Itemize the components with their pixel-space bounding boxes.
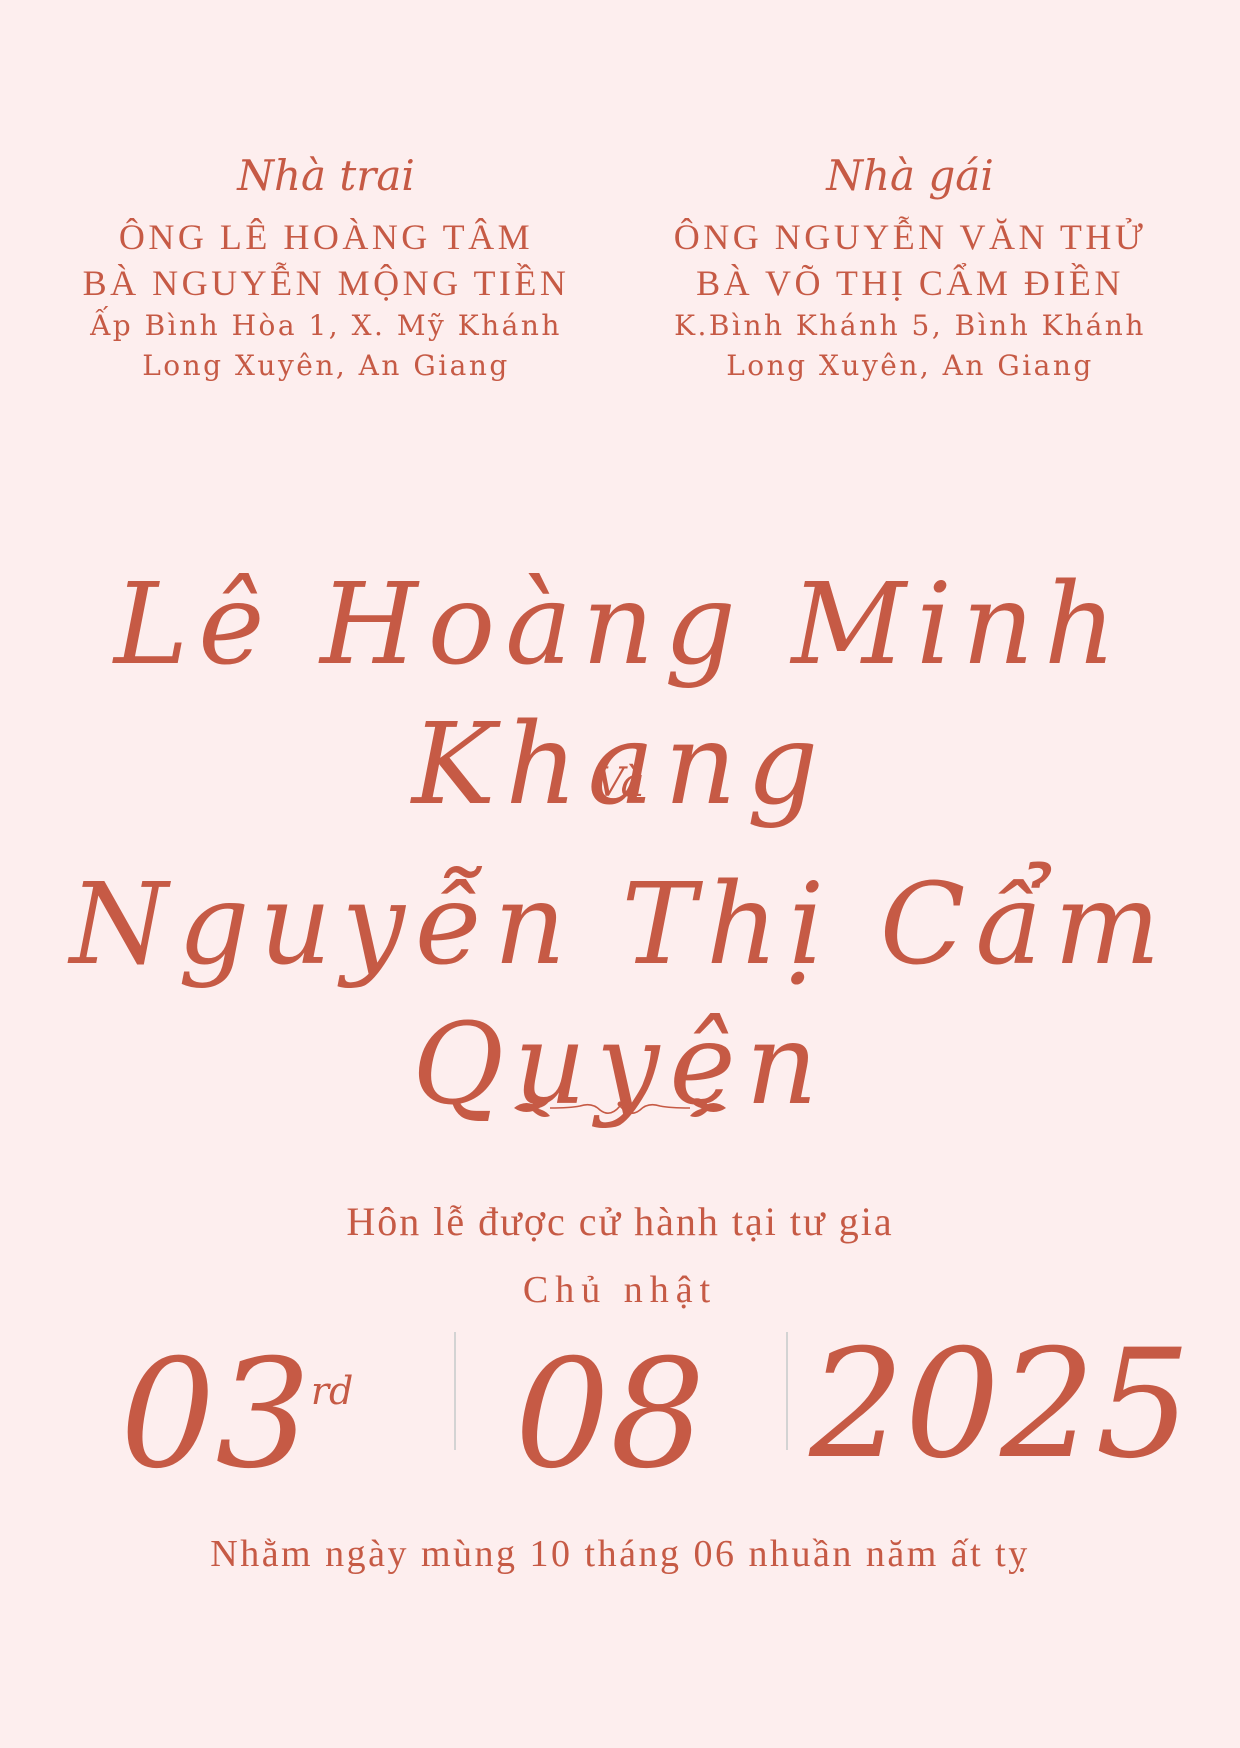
date-divider-left [454, 1332, 456, 1450]
floral-ornament-icon [514, 1098, 726, 1117]
groom-family-block: Nhà trai ÔNG LÊ HOÀNG TÂM BÀ NGUYỄN MỘNG… [46, 150, 606, 386]
bride-address-line2: Long Xuyên, An Giang [726, 349, 1094, 382]
groom-mother-name: BÀ NGUYỄN MỘNG TIỀN [82, 263, 570, 303]
bride-father-name: ÔNG NGUYỄN VĂN THỬ [673, 217, 1147, 257]
bride-mother-name: BÀ VÕ THỊ CẨM ĐIỀN [696, 263, 1124, 303]
wedding-invitation: { "groom_family": { "heading": "Nhà trai… [0, 0, 1240, 1748]
bride-family-heading: Nhà gái [826, 151, 994, 200]
date-day: 03rd [120, 1330, 460, 1500]
date-year: 2025 [809, 1318, 1191, 1492]
and-connector: Và [595, 760, 645, 806]
day-suffix: rd [310, 1369, 354, 1413]
ceremony-text: Hôn lễ được cử hành tại tư gia [346, 1199, 894, 1244]
groom-family-heading: Nhà trai [237, 151, 415, 200]
day-number: 03 [120, 1328, 311, 1502]
groom-father-name: ÔNG LÊ HOÀNG TÂM [118, 217, 534, 257]
groom-address-line1: Ấp Bình Hòa 1, X. Mỹ Khánh [90, 309, 562, 342]
groom-address-line2: Long Xuyên, An Giang [142, 349, 510, 382]
lunar-date-text: Nhằm ngày mùng 10 tháng 06 nhuần năm ất … [210, 1533, 1030, 1575]
bride-family-block: Nhà gái ÔNG NGUYỄN VĂN THỬ BÀ VÕ THỊ CẨM… [630, 150, 1190, 386]
date-month: 08 [514, 1328, 706, 1502]
weekday-text: Chủ nhật [522, 1269, 718, 1311]
date-divider-right [786, 1332, 788, 1450]
bride-address-line1: K.Bình Khánh 5, Bình Khánh [674, 309, 1146, 342]
